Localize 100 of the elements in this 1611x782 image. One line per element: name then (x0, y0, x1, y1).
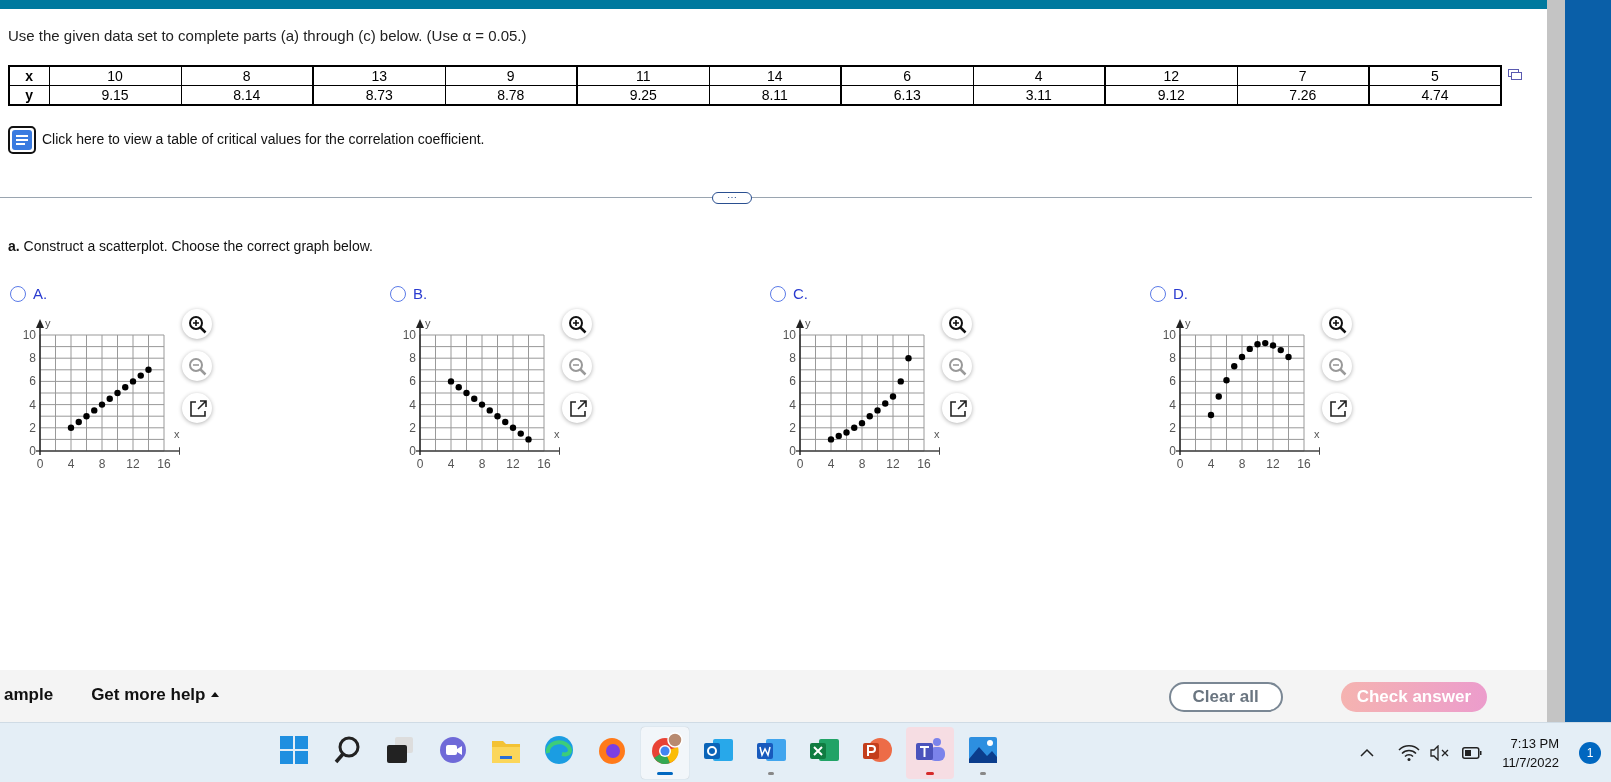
tick-label: 4 (29, 397, 36, 412)
option-label[interactable]: B. (413, 282, 428, 305)
radio-button[interactable] (1150, 285, 1166, 302)
external-link-button[interactable] (562, 393, 592, 423)
axis-label: y (45, 317, 51, 329)
zoom-in-button[interactable] (942, 309, 972, 339)
instruction-text: Use the given data set to complete parts (a) through (c) below. (Use α = 0.05.) (8, 26, 528, 46)
tick-label: 4 (67, 457, 75, 471)
table-cell: 9 (445, 65, 577, 85)
tick-label: 4 (409, 397, 416, 412)
zoom-out-button[interactable] (1322, 351, 1352, 381)
clock-date[interactable]: 11/7/2022 (1502, 752, 1559, 772)
option-label[interactable]: A. (33, 282, 48, 305)
axis-label: x (1314, 428, 1320, 440)
external-link-button[interactable] (182, 393, 212, 423)
tick-label: 4 (1207, 457, 1215, 471)
tick-label: 4 (1169, 397, 1176, 412)
zoom-in-icon (187, 314, 207, 334)
zoom-out-button[interactable] (562, 351, 592, 381)
axis-label: x (554, 428, 560, 440)
tick-label: 16 (157, 457, 171, 471)
tick-label: 2 (1169, 420, 1176, 435)
tick-label: 6 (409, 374, 416, 389)
tick-label: 0 (1176, 457, 1184, 471)
help-link[interactable]: Get more help (91, 682, 220, 708)
data-point (897, 378, 904, 385)
tick-label: 6 (789, 374, 796, 389)
external-link-button[interactable] (942, 393, 972, 423)
tick-label: 0 (1169, 444, 1176, 458)
tick-label: 8 (789, 351, 796, 366)
table-cell: 11 (577, 65, 709, 85)
book-icon[interactable] (8, 125, 36, 154)
clear-all-button[interactable]: Clear all (1168, 682, 1283, 712)
external-link-icon (187, 398, 207, 418)
data-point (905, 355, 912, 362)
option-label[interactable]: D. (1173, 282, 1188, 305)
tick-label: 12 (126, 457, 140, 471)
tick-label: 2 (29, 420, 36, 435)
row-header: x (9, 65, 49, 85)
zoom-in-icon (567, 314, 587, 334)
zoom-out-icon (1327, 356, 1347, 376)
external-link-icon (947, 398, 967, 418)
tick-label: 16 (1297, 457, 1311, 471)
tick-label: 4 (789, 397, 796, 412)
caret-icon (211, 692, 220, 698)
tick-label: 6 (29, 374, 36, 389)
tick-label: 10 (22, 328, 36, 342)
critical-values-link[interactable]: Click here to view a table of critical values for the correlation coefficient. (42, 129, 485, 150)
table-cell: 10 (49, 65, 181, 85)
zoom-in-icon (947, 314, 967, 334)
table-cell: 4 (973, 65, 1105, 85)
zoom-out-button[interactable] (942, 351, 972, 381)
data-point (1207, 411, 1215, 419)
tick-label: 8 (858, 457, 866, 471)
tick-label: 2 (409, 420, 416, 435)
zoom-in-button[interactable] (182, 309, 212, 339)
zoom-in-icon (1327, 314, 1347, 334)
question-text: a. Construct a scatterplot. Choose the correct graph below. (8, 236, 374, 256)
popout-icon[interactable] (1508, 68, 1522, 81)
app-indicator (926, 771, 934, 775)
zoom-out-icon (187, 356, 207, 376)
tick-label: 4 (827, 457, 835, 471)
axis-label: y (1185, 317, 1191, 329)
muted-speaker-icon[interactable] (1430, 744, 1451, 761)
tick-label: 0 (416, 457, 424, 471)
chevron-up-icon[interactable] (1360, 747, 1375, 758)
axis-label: y (425, 317, 431, 329)
tick-label: 8 (478, 457, 486, 471)
option-label[interactable]: C. (793, 282, 808, 305)
table-cell: 13 (313, 65, 445, 85)
data-point (1215, 393, 1222, 400)
zoom-in-button[interactable] (562, 309, 592, 339)
app-indicator (768, 771, 774, 775)
radio-button[interactable] (10, 285, 26, 302)
tick-label: 12 (506, 457, 520, 471)
tick-label: 2 (789, 420, 796, 435)
tick-label: 8 (1169, 351, 1176, 366)
tick-label: 12 (886, 457, 900, 471)
battery-icon[interactable] (1462, 746, 1483, 759)
zoom-out-icon (947, 356, 967, 376)
radio-button[interactable] (770, 285, 786, 302)
clock-time[interactable]: 7:13 PM (1510, 733, 1559, 753)
notification-badge[interactable]: 1 (1579, 741, 1601, 764)
external-link-icon (1327, 398, 1347, 418)
external-link-button[interactable] (1322, 393, 1352, 423)
radio-button[interactable] (390, 285, 406, 302)
external-link-icon (567, 398, 587, 418)
tick-label: 10 (1162, 328, 1176, 342)
wifi-icon[interactable] (1398, 744, 1421, 761)
zoom-in-button[interactable] (1322, 309, 1352, 339)
tick-label: 4 (447, 457, 455, 471)
zoom-out-button[interactable] (182, 351, 212, 381)
example-link[interactable]: ample (4, 682, 54, 708)
scrollbar[interactable] (1547, 0, 1565, 722)
tick-label: 0 (409, 444, 416, 458)
tick-label: 8 (98, 457, 106, 471)
tick-label: 0 (36, 457, 44, 471)
tick-label: 16 (917, 457, 931, 471)
table-cell: 6 (841, 65, 973, 85)
tick-label: 0 (29, 444, 36, 458)
